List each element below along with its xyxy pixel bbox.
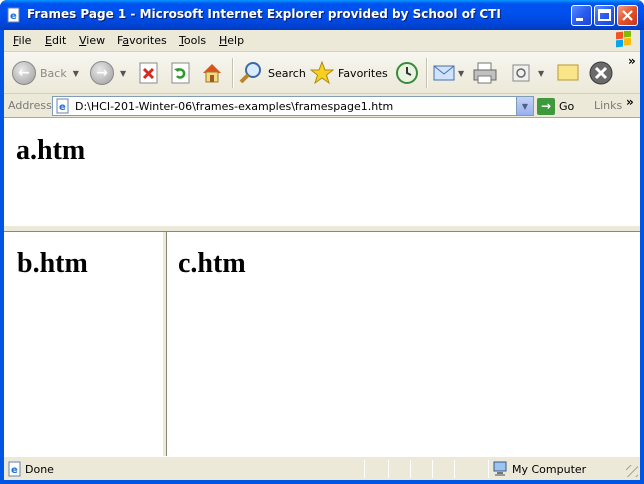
frame-b: b.htm (4, 232, 163, 456)
address-bar: Address e D:\HCI-201-Winter-06\frames-ex… (4, 94, 640, 118)
address-dropdown-icon[interactable]: ▼ (516, 97, 533, 115)
stop-button[interactable] (138, 58, 160, 88)
go-label: Go (559, 99, 575, 113)
history-icon (396, 62, 418, 84)
window-border-left[interactable] (0, 30, 4, 484)
chevron-down-icon[interactable]: ▼ (538, 69, 544, 78)
links-toolbar[interactable]: Links (594, 99, 622, 112)
print-button[interactable] (472, 58, 498, 88)
edit-icon (512, 64, 530, 82)
ie-page-icon: e (56, 98, 69, 114)
toolbar-chevron-icon[interactable]: » (628, 54, 636, 68)
zone-label: My Computer (512, 462, 587, 476)
status-divider (454, 460, 455, 478)
menu-file[interactable]: File (13, 34, 31, 47)
stop-icon (139, 62, 158, 84)
menu-view[interactable]: View (79, 34, 105, 47)
browser-window: e Frames Page 1 - Microsoft Internet Exp… (0, 0, 644, 484)
favorites-label: Favorites (338, 66, 388, 80)
discuss-icon (557, 64, 579, 81)
back-button[interactable]: ← Back ▼ (12, 58, 79, 88)
refresh-button[interactable] (170, 58, 192, 88)
maximize-button[interactable] (594, 5, 615, 26)
go-arrow-icon: → (537, 97, 555, 115)
back-label: Back (40, 66, 67, 80)
favorites-button[interactable]: Favorites (310, 58, 388, 88)
favorites-star-icon (310, 61, 334, 85)
search-icon (239, 62, 261, 84)
menu-help[interactable]: Help (219, 34, 244, 47)
close-icon (622, 10, 633, 21)
maximize-icon (598, 9, 611, 21)
back-arrow-icon: ← (12, 61, 36, 85)
menu-tools[interactable]: Tools (179, 34, 206, 47)
search-label: Search (268, 66, 306, 80)
status-text: Done (25, 463, 54, 476)
chevron-down-icon[interactable]: ▼ (73, 69, 79, 78)
address-url: D:\HCI-201-Winter-06\frames-examples\fra… (75, 100, 394, 113)
security-zone[interactable]: My Computer (492, 461, 586, 477)
discuss-button[interactable] (556, 58, 582, 88)
chevron-down-icon[interactable]: ▼ (458, 69, 464, 78)
messenger-icon (589, 61, 613, 85)
frame-a-heading: a.htm (16, 135, 86, 166)
minimize-button[interactable] (571, 5, 592, 26)
status-bar: e Done My Computer (4, 456, 640, 480)
status-divider (388, 460, 389, 478)
status-divider (410, 460, 411, 478)
window-title: Frames Page 1 - Microsoft Internet Explo… (27, 7, 501, 21)
frame-a: a.htm (4, 118, 640, 228)
history-button[interactable] (395, 58, 419, 88)
window-border-right[interactable] (640, 30, 644, 484)
go-button[interactable]: → Go (537, 97, 574, 115)
window-border-bottom[interactable] (0, 480, 644, 484)
home-button[interactable] (200, 58, 224, 88)
address-label: Address (8, 99, 52, 112)
search-button[interactable]: Search (238, 58, 306, 88)
status-divider (432, 460, 433, 478)
chevron-down-icon[interactable]: ▼ (120, 69, 126, 78)
mail-button[interactable]: ▼ (432, 58, 464, 88)
svg-text:e: e (10, 11, 17, 22)
menu-bar: File Edit View Favorites Tools Help (4, 30, 640, 52)
forward-button[interactable]: → ▼ (90, 58, 126, 88)
forward-arrow-icon: → (90, 61, 114, 85)
mail-icon (433, 65, 455, 81)
page-content: a.htm b.htm c.htm (4, 118, 640, 456)
menu-edit[interactable]: Edit (45, 34, 66, 47)
resize-grip[interactable] (626, 465, 638, 477)
title-bar[interactable]: e Frames Page 1 - Microsoft Internet Exp… (0, 0, 644, 30)
frame-c-heading: c.htm (178, 248, 246, 279)
status-divider (488, 460, 489, 478)
print-icon (473, 62, 497, 84)
menu-favorites[interactable]: Favorites (117, 34, 167, 47)
ie-page-icon: e (8, 461, 21, 477)
home-icon (203, 64, 221, 83)
my-computer-icon (493, 461, 507, 476)
address-input[interactable]: e D:\HCI-201-Winter-06\frames-examples\f… (52, 96, 534, 116)
frame-b-heading: b.htm (17, 248, 88, 279)
windows-logo-icon (616, 31, 631, 48)
close-button[interactable] (617, 5, 638, 26)
toolbar-separator (232, 58, 234, 88)
status-divider (364, 460, 365, 478)
standard-toolbar: ← Back ▼ → ▼ Search Favorites ▼ ▼ » (4, 52, 640, 94)
frame-c: c.htm (167, 232, 640, 456)
messenger-button[interactable] (588, 58, 614, 88)
edit-button[interactable]: ▼ (510, 58, 544, 88)
toolbar-separator (426, 58, 428, 88)
links-chevron-icon[interactable]: » (626, 95, 634, 109)
svg-text:e: e (11, 465, 18, 476)
minimize-icon (576, 18, 583, 21)
ie-page-icon: e (7, 7, 20, 23)
svg-text:e: e (59, 102, 66, 113)
refresh-icon (171, 62, 190, 84)
